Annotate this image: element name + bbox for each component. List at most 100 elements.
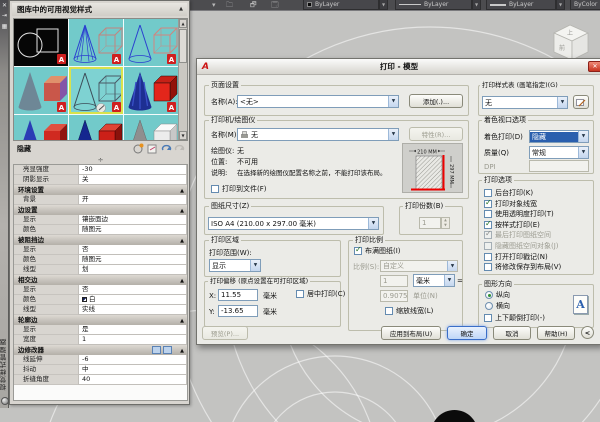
plot-option-3[interactable]: 按样式打印(E) — [484, 220, 590, 229]
fit-to-paper-option[interactable]: 布满图纸(I) — [354, 246, 401, 255]
edge-modifier-toggle-icon[interactable] — [152, 346, 161, 354]
landscape-option[interactable]: 横向 — [485, 302, 510, 310]
scroll-down-icon[interactable]: ▼ — [179, 131, 187, 140]
collapse-up-icon[interactable]: ▲ — [179, 3, 183, 16]
upside-down-option[interactable]: 上下颠倒打印(-) — [484, 314, 545, 322]
section-collapse-icon[interactable]: ▲ — [180, 316, 184, 326]
dialog-titlebar[interactable]: A 打印 - 模型 ✕ — [197, 59, 600, 75]
linetype-combo[interactable]: ByLayer — [395, 0, 472, 10]
edit-plot-style-button[interactable] — [573, 95, 589, 109]
upside-down-checkbox[interactable] — [484, 314, 492, 322]
style-cell-shaded[interactable]: A — [14, 115, 68, 140]
plot-option-1[interactable]: 打印对象线宽 — [484, 199, 590, 208]
style-cell-shaded-edges[interactable]: A — [69, 115, 123, 140]
plot-option-0[interactable]: 后台打印(K) — [484, 189, 590, 197]
section-collapse-icon[interactable]: ▲ — [180, 346, 184, 356]
portrait-option[interactable]: 纵向 — [485, 291, 510, 299]
delete-style-icon[interactable] — [174, 143, 185, 154]
property-value[interactable]: 开 — [78, 195, 187, 205]
ok-button[interactable]: 确定 — [447, 326, 487, 340]
scroll-up-icon[interactable]: ▲ — [179, 19, 187, 28]
section-collapse-icon[interactable]: ▲ — [180, 206, 184, 216]
landscape-radio[interactable] — [485, 302, 493, 310]
plot-option-checkbox[interactable] — [484, 241, 492, 250]
scale-numerator-input[interactable]: 1 — [380, 275, 408, 287]
plot-range-select[interactable]: 显示 ▼ — [209, 259, 261, 272]
plot-style-table-select[interactable]: 无 ▼ — [482, 96, 568, 109]
property-section-11[interactable]: 相交边 ▲ — [14, 275, 187, 285]
printer-properties-button[interactable]: 特性(R)... — [409, 127, 463, 141]
plot-option-6[interactable]: 打开打印戳记(N) — [484, 252, 590, 261]
lineweight-combo-arrow-icon[interactable]: ▼ — [556, 0, 565, 10]
grid-scrollbar[interactable]: ▲ ▼ — [178, 19, 187, 140]
plot-option-checkbox[interactable] — [484, 189, 492, 197]
scale-denominator-input[interactable]: 0.9075 — [380, 290, 408, 302]
offset-y-input[interactable]: -13.65 — [218, 305, 258, 317]
page-setup-name-select[interactable]: <无> ▼ — [237, 95, 399, 108]
property-section-7[interactable]: 被阻挡边 ▲ — [14, 235, 187, 245]
add-page-setup-button[interactable]: 添加(.)... — [409, 94, 463, 108]
section-collapse-icon[interactable]: ▲ — [180, 236, 184, 246]
plot-option-checkbox[interactable] — [484, 230, 492, 240]
property-value[interactable]: 否 — [78, 245, 187, 255]
color-combo-arrow-icon[interactable]: ▼ — [379, 0, 388, 10]
style-cell-realistic[interactable]: A — [14, 67, 68, 114]
property-value[interactable]: 实线 — [78, 305, 187, 315]
property-value[interactable]: 是 — [78, 325, 187, 335]
plot-option-checkbox[interactable] — [484, 220, 492, 229]
scale-select[interactable]: 自定义 ▼ — [380, 260, 458, 272]
property-value[interactable]: 中 — [78, 365, 187, 375]
linetype-combo-arrow-icon[interactable]: ▼ — [472, 0, 481, 10]
plot-option-4[interactable]: 最后打印图纸空间 — [484, 230, 590, 240]
style-cell-conceptual[interactable]: A — [124, 67, 178, 114]
style-cell-grayscale[interactable]: A — [124, 115, 178, 140]
cancel-button[interactable]: 取消 — [493, 326, 531, 340]
style-cell-hidden-line[interactable]: A — [124, 19, 178, 66]
property-value[interactable]: 划 — [78, 265, 187, 275]
style-cell-2d-wireframe[interactable]: A — [14, 19, 68, 66]
plot-to-file-checkbox[interactable] — [211, 185, 219, 193]
shade-plot-select[interactable]: 隐藏 ▼ — [529, 130, 589, 143]
quality-select[interactable]: 常规 ▼ — [529, 146, 589, 159]
create-visual-style-icon[interactable] — [133, 143, 144, 154]
palette-splitter[interactable]: ÷ — [13, 157, 188, 164]
dialog-close-button[interactable]: ✕ — [588, 61, 600, 72]
property-value[interactable]: 随图元 — [78, 255, 187, 265]
toolbar-dropdown-icon[interactable]: ▾ — [212, 1, 216, 9]
scrollbar-thumb[interactable] — [179, 29, 187, 63]
style-cell-wireframe[interactable]: A — [69, 19, 123, 66]
property-value[interactable]: 随图元 — [78, 225, 187, 235]
layer-previous-icon[interactable]: 🗗 — [250, 1, 257, 9]
lineweight-combo[interactable]: ByLayer — [486, 0, 556, 10]
scale-lineweights-checkbox[interactable] — [385, 307, 393, 315]
plotstyle-combo[interactable]: ByColor — [570, 0, 600, 10]
export-style-to-palette-icon[interactable] — [161, 143, 172, 154]
plot-to-file-option[interactable]: 打印到文件(F) — [211, 185, 267, 193]
fit-to-paper-checkbox[interactable] — [354, 246, 362, 255]
apply-style-to-viewport-icon[interactable] — [147, 143, 158, 154]
property-value[interactable]: 白 — [78, 295, 187, 305]
paper-size-select[interactable]: ISO A4 (210.00 x 297.00 毫米) ▼ — [208, 217, 379, 230]
scale-unit-select[interactable]: 毫米 ▼ — [413, 274, 455, 287]
section-collapse-icon[interactable]: ▲ — [180, 186, 184, 196]
edge-modifier-toggle-icon[interactable] — [163, 346, 172, 354]
palette-properties-icon[interactable]: ▦ — [0, 23, 9, 30]
section-collapse-icon[interactable]: ▲ — [180, 276, 184, 286]
property-value[interactable]: 否 — [78, 285, 187, 295]
layer-states-icon[interactable]: 🗀 — [226, 1, 233, 9]
plot-option-checkbox[interactable] — [484, 210, 492, 219]
property-value[interactable]: -6 — [78, 355, 187, 365]
property-section-4[interactable]: 边设置 ▲ — [14, 205, 187, 215]
palette-close-icon[interactable]: ✕ — [0, 2, 9, 9]
property-value[interactable]: 40 — [78, 375, 187, 385]
palette-options-wheel-icon[interactable] — [1, 397, 9, 405]
portrait-radio[interactable] — [485, 291, 493, 299]
scale-lineweights-option[interactable]: 缩放线宽(L) — [385, 307, 433, 315]
property-section-2[interactable]: 环境设置 ▲ — [14, 185, 187, 195]
copies-stepper[interactable]: ▲ ▼ — [441, 217, 450, 229]
center-plot-option[interactable]: 居中打印(C) — [296, 290, 345, 298]
plot-option-checkbox[interactable] — [484, 199, 492, 208]
copies-input[interactable]: 1 — [419, 217, 441, 229]
property-value[interactable]: 镶嵌面边 — [78, 215, 187, 225]
style-cell-sketchy[interactable]: A — [69, 67, 123, 114]
